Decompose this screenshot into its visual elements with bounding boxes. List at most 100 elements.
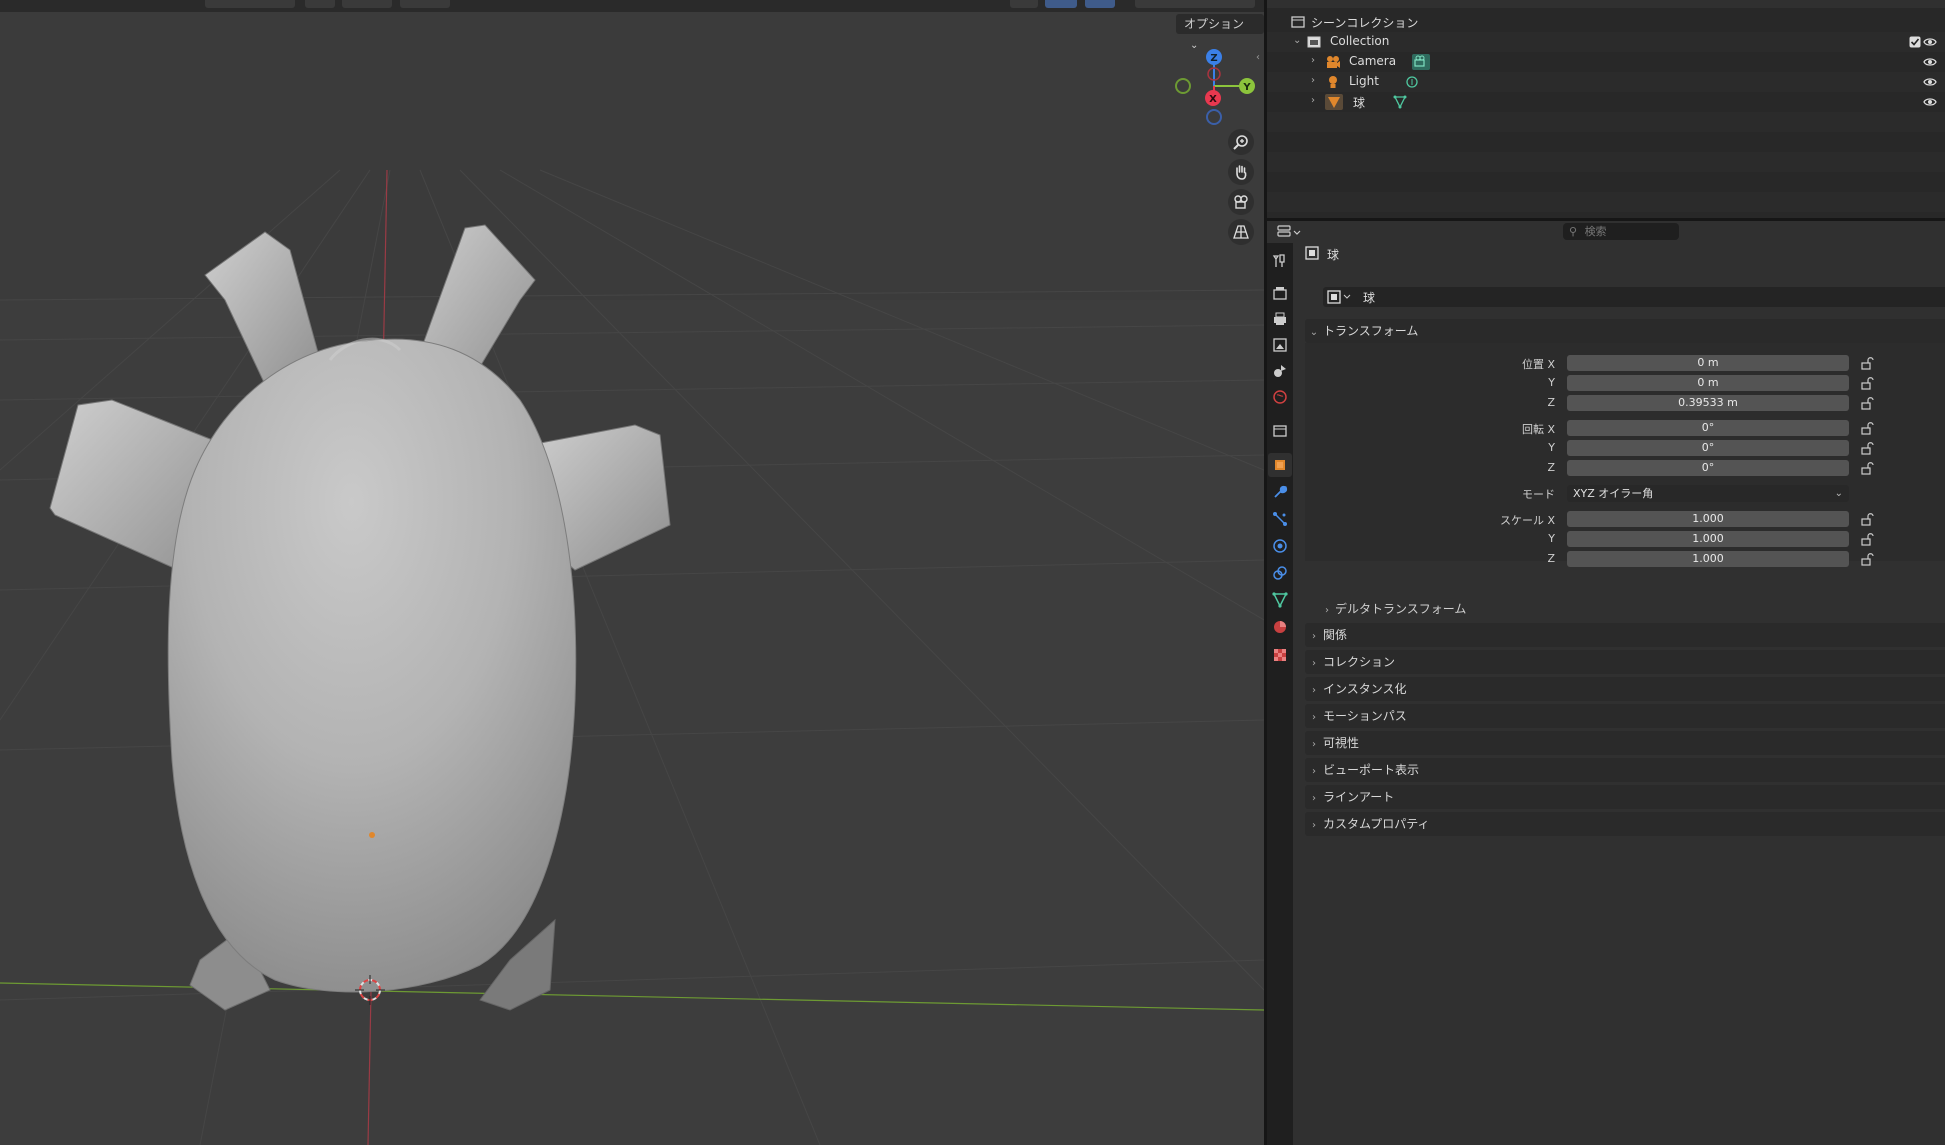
particles-tab-icon[interactable]	[1268, 507, 1292, 531]
outliner-item-light[interactable]: › Light	[1267, 72, 1945, 92]
object-origin	[369, 832, 375, 838]
scene-collection-row[interactable]: シーンコレクション	[1267, 12, 1945, 32]
view-layer-tab-icon[interactable]	[1268, 333, 1292, 357]
subpanel-delta-transform[interactable]: › デルタトランスフォーム	[1325, 600, 1466, 617]
panel-visibility[interactable]: › 可視性	[1305, 731, 1945, 755]
panel-viewport-display[interactable]: › ビューポート表示	[1305, 758, 1945, 782]
material-tab-icon[interactable]	[1268, 615, 1292, 639]
world-tab-icon[interactable]	[1268, 385, 1292, 409]
proportional-edit-dropdown[interactable]	[400, 0, 450, 8]
properties-search-input[interactable]: ⚲ 検索	[1563, 223, 1679, 240]
constraints-tab-icon[interactable]	[1268, 561, 1292, 585]
svg-text:X: X	[1209, 94, 1217, 105]
panel-transform[interactable]: ⌄ トランスフォーム	[1305, 319, 1945, 343]
shading-modes[interactable]	[1135, 0, 1255, 8]
eye-icon[interactable]	[1923, 55, 1937, 69]
perspective-grid-icon[interactable]	[1228, 219, 1254, 245]
pan-hand-icon[interactable]	[1228, 159, 1254, 185]
tool-tab-icon[interactable]	[1268, 249, 1292, 273]
collection-tab-icon[interactable]	[1268, 419, 1292, 443]
scene-collection-label: シーンコレクション	[1311, 16, 1419, 30]
collection-row[interactable]: ⌄ Collection	[1267, 32, 1945, 52]
search-placeholder: 検索	[1584, 225, 1607, 238]
collection-icon	[1307, 36, 1321, 48]
checkbox-icon[interactable]	[1909, 36, 1921, 48]
lock-icon[interactable]	[1860, 356, 1874, 370]
sidebar-toggle-icon[interactable]: ‹	[1256, 52, 1264, 66]
location-y-field[interactable]: 0 m	[1567, 375, 1849, 391]
overlay-toggle[interactable]	[1085, 0, 1115, 8]
panel-relations[interactable]: › 関係	[1305, 623, 1945, 647]
options-dropdown[interactable]: オプション ⌄	[1176, 14, 1264, 51]
lock-icon[interactable]	[1860, 461, 1874, 475]
expand-arrow-icon[interactable]: ›	[1311, 75, 1315, 86]
search-icon: ⚲	[1569, 225, 1578, 238]
rotation-mode-value: XYZ オイラー角	[1573, 487, 1654, 500]
panel-title: インスタンス化	[1323, 682, 1407, 696]
panel-title: モーションパス	[1323, 709, 1407, 723]
lock-icon[interactable]	[1860, 441, 1874, 455]
outliner-item-sphere[interactable]: › 球	[1267, 92, 1945, 112]
pivot-dropdown[interactable]	[305, 0, 335, 8]
rotation-x-field[interactable]: 0°	[1567, 420, 1849, 436]
lock-icon[interactable]	[1860, 532, 1874, 546]
panel-collections[interactable]: › コレクション	[1305, 650, 1945, 674]
object-context-name: 球	[1327, 248, 1340, 262]
lock-icon[interactable]	[1860, 376, 1874, 390]
render-tab-icon[interactable]	[1268, 281, 1292, 305]
mesh-object[interactable]	[49, 224, 671, 1011]
physics-tab-icon[interactable]	[1268, 534, 1292, 558]
light-data-icon[interactable]	[1405, 75, 1419, 89]
lock-icon[interactable]	[1860, 512, 1874, 526]
outliner[interactable]: シーンコレクション ⌄ Collection › Camera › Light …	[1267, 0, 1945, 218]
viewport-scene[interactable]: Z Y X	[0, 0, 1264, 1145]
eye-icon[interactable]	[1923, 35, 1937, 49]
camera-view-icon[interactable]	[1228, 189, 1254, 215]
scale-x-label: スケール X	[1499, 514, 1555, 527]
expand-arrow-icon[interactable]: ›	[1311, 55, 1315, 66]
scale-z-field[interactable]: 1.000	[1567, 551, 1849, 567]
panel-instancing[interactable]: › インスタンス化	[1305, 677, 1945, 701]
transform-orientation-dropdown[interactable]	[205, 0, 295, 8]
scale-x-field[interactable]: 1.000	[1567, 511, 1849, 527]
gizmo-toggle[interactable]	[1045, 0, 1077, 8]
object-name-field[interactable]: 球	[1323, 287, 1945, 307]
modifier-tab-icon[interactable]	[1268, 480, 1292, 504]
zoom-icon[interactable]	[1228, 129, 1254, 155]
location-z-field[interactable]: 0.39533 m	[1567, 395, 1849, 411]
properties-editor[interactable]: ⚲ 検索 球 球 ⌄ トランスフォーム 位置 X 0 m Y 0 m Z 0.3…	[1267, 221, 1945, 1145]
chevron-right-icon: ›	[1312, 820, 1316, 831]
lock-icon[interactable]	[1860, 552, 1874, 566]
scene-tab-icon[interactable]	[1268, 359, 1292, 383]
location-x-field[interactable]: 0 m	[1567, 355, 1849, 371]
object-tab-icon[interactable]	[1268, 453, 1292, 477]
scale-y-label: Y	[1548, 532, 1555, 545]
data-tab-icon[interactable]	[1268, 588, 1292, 612]
editor-type-icon[interactable]	[1277, 224, 1303, 240]
texture-tab-icon[interactable]	[1268, 643, 1292, 667]
mesh-data-icon[interactable]	[1393, 95, 1407, 109]
panel-line-art[interactable]: › ラインアート	[1305, 785, 1945, 809]
eye-icon[interactable]	[1923, 95, 1937, 109]
outliner-item-camera[interactable]: › Camera	[1267, 52, 1945, 72]
output-tab-icon[interactable]	[1268, 307, 1292, 331]
visibility-dropdown[interactable]	[1010, 0, 1038, 8]
chevron-down-icon: ⌄	[1309, 327, 1319, 338]
panel-motion-paths[interactable]: › モーションパス	[1305, 704, 1945, 728]
rotation-y-field[interactable]: 0°	[1567, 440, 1849, 456]
rotation-z-field[interactable]: 0°	[1567, 460, 1849, 476]
camera-data-icon[interactable]	[1412, 54, 1430, 70]
collapse-arrow-icon[interactable]: ⌄	[1293, 35, 1301, 46]
eye-icon[interactable]	[1923, 75, 1937, 89]
panel-custom-properties[interactable]: › カスタムプロパティ	[1305, 812, 1945, 836]
expand-arrow-icon[interactable]: ›	[1311, 95, 1315, 106]
rotation-mode-dropdown[interactable]: XYZ オイラー角 ⌄	[1567, 485, 1849, 502]
chevron-right-icon: ›	[1312, 739, 1316, 750]
scale-y-field[interactable]: 1.000	[1567, 531, 1849, 547]
snap-dropdown[interactable]	[342, 0, 392, 8]
3d-viewport[interactable]: Z Y X オプション ⌄ ‹	[0, 0, 1264, 1145]
lock-icon[interactable]	[1860, 421, 1874, 435]
lock-icon[interactable]	[1860, 396, 1874, 410]
chevron-down-icon: ⌄	[1190, 40, 1199, 51]
object-datablock-icon[interactable]	[1327, 290, 1353, 304]
